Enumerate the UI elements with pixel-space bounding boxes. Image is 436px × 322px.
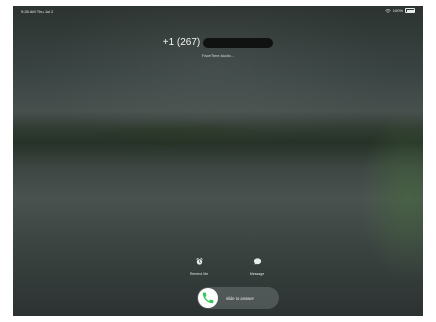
remind-me-label: Remind Me: [189, 272, 209, 276]
status-time-date: 9:28 AM Thu Jul 2: [21, 9, 54, 14]
answer-knob[interactable]: [198, 288, 218, 308]
incoming-call-screen: 9:28 AM Thu Jul 2 100% +1 (267) FaceTime…: [13, 6, 423, 316]
remind-me-button[interactable]: Remind Me: [179, 254, 219, 276]
message-label: Message: [249, 272, 265, 276]
caller-number: +1 (267): [163, 37, 274, 48]
screenshot-frame: 9:28 AM Thu Jul 2 100% +1 (267) FaceTime…: [0, 0, 436, 322]
alarm-clock-icon: [195, 257, 203, 265]
call-type-label: FaceTime Audio...: [201, 53, 235, 58]
caller-number-text: +1 (267): [162, 37, 201, 48]
slide-to-answer-slider[interactable]: slide to answer: [197, 287, 279, 309]
status-right: 100%: [385, 8, 415, 13]
call-actions: Remind Me Message: [179, 254, 277, 276]
battery-icon: [405, 8, 415, 13]
phone-icon: [202, 292, 214, 304]
slide-to-answer-label: slide to answer: [226, 295, 254, 301]
battery-percent: 100%: [392, 8, 403, 13]
status-bar: 9:28 AM Thu Jul 2 100%: [13, 6, 423, 16]
wifi-icon: [385, 8, 391, 13]
message-bubble-icon: [253, 258, 261, 265]
caller-info: +1 (267) FaceTime Audio...: [13, 32, 423, 58]
redacted-number: [203, 37, 274, 48]
message-button[interactable]: Message: [237, 254, 277, 276]
